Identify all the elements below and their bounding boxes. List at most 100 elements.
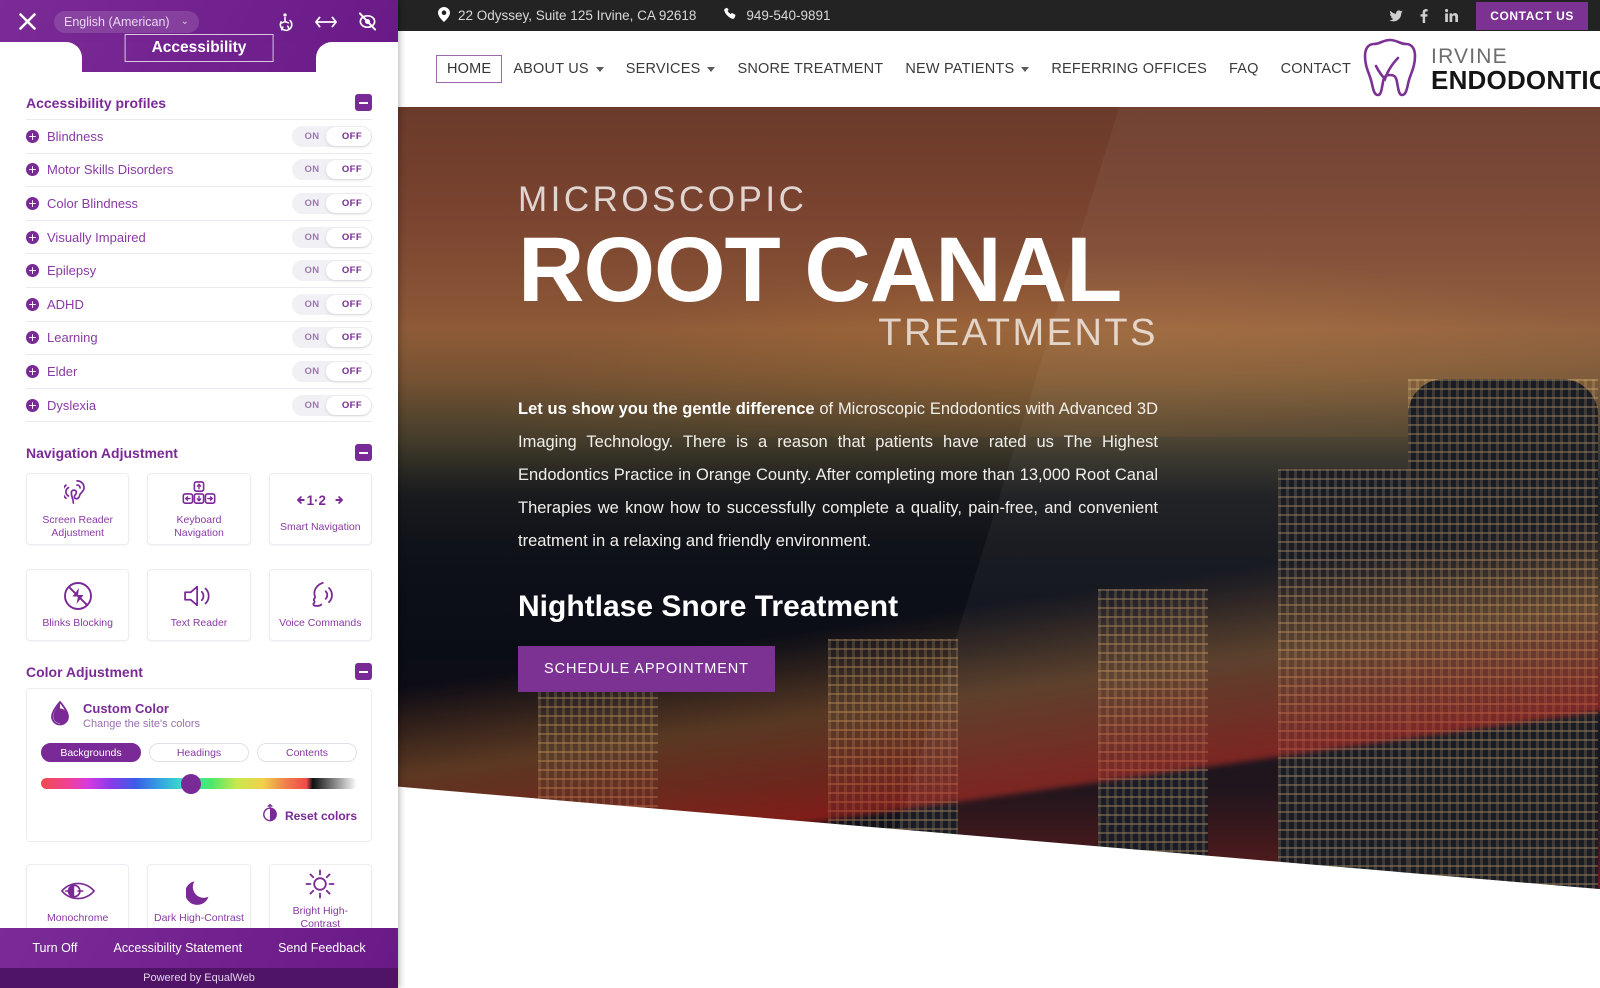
- twitter-icon[interactable]: [1389, 9, 1404, 22]
- chip-backgrounds[interactable]: Backgrounds: [41, 743, 141, 763]
- profiles-collapse-button[interactable]: [355, 94, 372, 111]
- toggle-off-label: OFF: [341, 332, 363, 344]
- resize-width-icon[interactable]: [315, 14, 337, 30]
- custom-color-subtitle: Change the site's colors: [83, 718, 201, 731]
- contact-us-button[interactable]: CONTACT US: [1476, 1, 1588, 30]
- toggle-on-label: ON: [304, 231, 320, 243]
- card-dark-high-contrast[interactable]: Dark High-Contrast: [147, 864, 251, 928]
- toggle-on-label: ON: [304, 298, 320, 310]
- toggle-on-label: ON: [304, 130, 320, 142]
- profile-row-blindness[interactable]: + Blindness ON OFF: [26, 120, 372, 154]
- navigation-collapse-button[interactable]: [355, 444, 372, 462]
- profile-row-color-blindness[interactable]: + Color Blindness ON OFF: [26, 187, 372, 221]
- card-bright-high-contrast[interactable]: Bright High-Contrast: [268, 864, 372, 928]
- profile-row-dyslexia[interactable]: + Dyslexia ON OFF: [26, 389, 372, 423]
- profile-row-motor-skills-disorders[interactable]: + Motor Skills Disorders ON OFF: [26, 154, 372, 188]
- card-keyboard-navigation[interactable]: Keyboard Navigation: [147, 473, 251, 546]
- navigation-title: Navigation Adjustment: [26, 444, 178, 461]
- reset-colors-label[interactable]: Reset colors: [285, 809, 357, 823]
- nav-item-contact[interactable]: CONTACT: [1270, 55, 1362, 83]
- card-monochrome[interactable]: Monochrome: [26, 864, 130, 928]
- tooth-logo-icon: [1362, 36, 1418, 103]
- accessibility-statement-link[interactable]: Accessibility Statement: [114, 941, 243, 955]
- profile-toggle[interactable]: ON OFF: [292, 260, 372, 282]
- social-links: [1389, 8, 1459, 23]
- profile-toggle[interactable]: ON OFF: [292, 226, 372, 248]
- chevron-down-icon: [595, 66, 604, 72]
- facebook-icon[interactable]: [1420, 8, 1428, 23]
- nav-item-new-patients[interactable]: NEW PATIENTS: [894, 55, 1040, 83]
- profile-label: Elder: [47, 363, 78, 379]
- card-label: Smart Navigation: [280, 520, 361, 533]
- nav-label: SERVICES: [625, 61, 701, 77]
- address-block: 22 Odyssey, Suite 125 Irvine, CA 92618: [438, 6, 696, 25]
- profile-toggle[interactable]: ON OFF: [292, 192, 372, 214]
- turn-off-link[interactable]: Turn Off: [32, 941, 77, 955]
- expand-plus-icon[interactable]: +: [26, 297, 39, 311]
- color-collapse-button[interactable]: [355, 663, 372, 681]
- profile-toggle[interactable]: ON OFF: [292, 125, 372, 147]
- reset-colors-row[interactable]: Reset colors: [41, 804, 357, 827]
- expand-plus-icon[interactable]: +: [26, 196, 39, 210]
- nav-item-about-us[interactable]: ABOUT US: [502, 55, 614, 83]
- profile-label: Visually Impaired: [47, 229, 146, 245]
- language-select[interactable]: English (American) ⌄: [54, 10, 199, 33]
- profile-toggle[interactable]: ON OFF: [292, 327, 372, 349]
- expand-plus-icon[interactable]: +: [26, 163, 39, 177]
- toggle-off-label: OFF: [341, 298, 363, 310]
- accessibility-tab[interactable]: Accessibility: [124, 34, 274, 62]
- nav-item-services[interactable]: SERVICES: [615, 55, 727, 83]
- expand-plus-icon[interactable]: +: [26, 331, 39, 345]
- smart-nav-123-icon: 1·2: [297, 485, 344, 515]
- nav-label: FAQ: [1229, 61, 1259, 77]
- color-slider[interactable]: [41, 774, 357, 795]
- close-icon[interactable]: [14, 9, 40, 35]
- panel-body[interactable]: Accessibility profiles + Blindness ON OF…: [0, 72, 398, 928]
- map-pin-icon: [438, 6, 450, 25]
- profile-toggle[interactable]: ON OFF: [292, 293, 372, 315]
- nav-item-faq[interactable]: FAQ: [1218, 55, 1270, 83]
- expand-plus-icon[interactable]: +: [26, 398, 39, 412]
- schedule-appointment-button[interactable]: SCHEDULE APPOINTMENT: [518, 645, 775, 692]
- chip-contents[interactable]: Contents: [257, 743, 357, 763]
- card-screen-reader-adjustment[interactable]: Screen Reader Adjustment: [26, 473, 130, 546]
- nav-item-referring-offices[interactable]: REFERRING OFFICES: [1040, 55, 1218, 83]
- card-blinks-blocking[interactable]: Blinks Blocking: [26, 569, 130, 642]
- reset-accessibility-icon[interactable]: [275, 12, 295, 32]
- color-slider-knob[interactable]: [181, 774, 201, 795]
- card-smart-navigation[interactable]: 1·2 Smart Navigation: [268, 473, 372, 546]
- profile-row-visually-impaired[interactable]: + Visually Impaired ON OFF: [26, 221, 372, 255]
- phone-block[interactable]: 949-540-9891: [724, 7, 830, 24]
- profile-toggle[interactable]: ON OFF: [292, 394, 372, 416]
- phone-icon: [724, 7, 738, 24]
- custom-color-box: Custom Color Change the site's colors Ba…: [26, 688, 372, 843]
- card-text-reader[interactable]: Text Reader: [147, 569, 251, 642]
- profile-toggle[interactable]: ON OFF: [292, 360, 372, 382]
- toggle-off-label: OFF: [341, 130, 363, 142]
- chip-headings[interactable]: Headings: [149, 743, 249, 763]
- color-section-header: Color Adjustment: [26, 641, 372, 688]
- toggle-off-label: OFF: [341, 365, 363, 377]
- expand-plus-icon[interactable]: +: [26, 364, 39, 378]
- hide-interface-icon[interactable]: [357, 12, 378, 31]
- card-voice-commands[interactable]: Voice Commands: [268, 569, 372, 642]
- expand-plus-icon[interactable]: +: [26, 264, 39, 278]
- linkedin-icon[interactable]: [1445, 9, 1459, 22]
- expand-plus-icon[interactable]: +: [26, 230, 39, 244]
- profile-label: Color Blindness: [47, 195, 139, 211]
- contrast-droplet-icon: [49, 700, 71, 732]
- profile-row-learning[interactable]: + Learning ON OFF: [26, 322, 372, 356]
- nav-item-home[interactable]: HOME: [436, 55, 503, 83]
- nav-item-snore-treatment[interactable]: SNORE TREATMENT: [726, 55, 894, 83]
- moon-icon: [185, 876, 212, 906]
- card-label: Keyboard Navigation: [174, 514, 224, 540]
- profile-row-adhd[interactable]: + ADHD ON OFF: [26, 288, 372, 322]
- profile-toggle[interactable]: ON OFF: [292, 159, 372, 181]
- profile-row-epilepsy[interactable]: + Epilepsy ON OFF: [26, 254, 372, 288]
- send-feedback-link[interactable]: Send Feedback: [278, 941, 366, 955]
- chevron-down-icon: [707, 66, 716, 72]
- site-logo[interactable]: IRVINE ENDODONTICS: [1362, 36, 1600, 103]
- profile-row-elder[interactable]: + Elder ON OFF: [26, 355, 372, 389]
- profile-label: Dyslexia: [47, 397, 97, 413]
- expand-plus-icon[interactable]: +: [26, 129, 39, 143]
